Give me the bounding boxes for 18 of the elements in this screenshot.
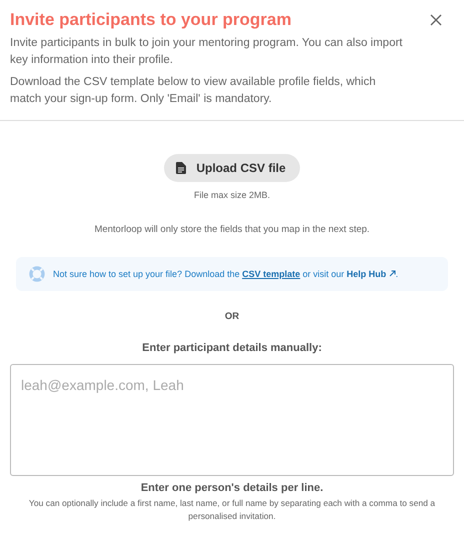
help-text: Not sure how to set up your file? Download the CSV template or visit our Help Hub .: [53, 269, 398, 279]
intro-paragraph: Download the CSV template below to view available profile fields, which match your sign-up form. Only 'Email' is mandatory.: [10, 75, 377, 107]
dialog-title: Invite participants to your program: [10, 10, 292, 30]
or-separator: OR: [224, 311, 240, 322]
manual-entry-label: Enter participant details manually:: [142, 342, 322, 354]
intro-paragraph: Invite participants in bulk to join your mentoring program. You can also import key information into their profile.: [10, 36, 404, 68]
storage-note: Mentorloop will only store the fields that you map in the next step.: [94, 224, 370, 235]
close-icon[interactable]: [430, 14, 442, 26]
document-icon: [176, 162, 186, 174]
participants-field[interactable]: leah@example.com, Leah: [10, 364, 454, 476]
hint-text: You can optionally include a first name, last name, or full name by separating each with a comma to send a personalised invitation.: [28, 497, 436, 523]
lifebuoy-icon: [29, 266, 45, 282]
file-size-note: File max size 2MB.: [194, 190, 270, 200]
upload-button[interactable]: Upload CSV file: [164, 154, 300, 182]
csv-template-link[interactable]: CSV template: [242, 269, 300, 279]
external-link-icon: [388, 270, 396, 277]
help-hub-link[interactable]: Help Hub: [346, 269, 396, 279]
hint-title: Enter one person's details per line.: [140, 482, 324, 494]
